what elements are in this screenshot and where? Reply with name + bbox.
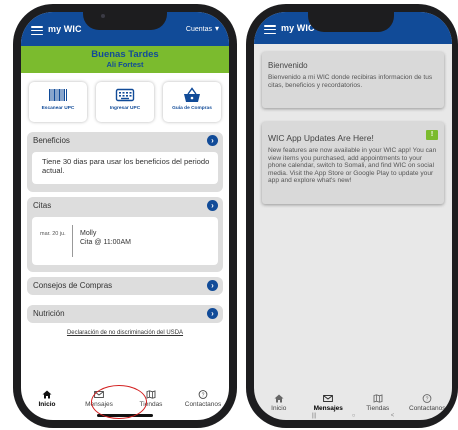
phone-notch <box>83 4 167 30</box>
barcode-icon <box>49 89 67 101</box>
accounts-dropdown[interactable]: Cuentas ▾ <box>186 25 219 33</box>
shopping-tips-section[interactable]: Consejos de Compras › <box>27 277 223 295</box>
home-icon <box>274 394 284 403</box>
accounts-label: Cuentas <box>185 25 212 33</box>
greeting-banner: Buenas Tardes Ali Fortest <box>21 46 229 73</box>
home-button[interactable]: ○ <box>352 412 356 420</box>
message-title: Bienvenido <box>268 61 308 70</box>
appointment-name: Molly <box>80 230 97 237</box>
nutrition-section[interactable]: Nutrición › <box>27 305 223 323</box>
user-name: Ali Fortest <box>106 60 144 69</box>
nav-contact[interactable]: ? Contactanos <box>179 384 227 418</box>
appointment-time: Cita @ 11:00AM <box>80 239 131 246</box>
appointment-card[interactable]: mar. 20 ju. Molly Cita @ 11:00AM <box>32 217 218 265</box>
message-card-welcome[interactable]: Bienvenido Bienvenido a mi WIC donde rec… <box>262 52 444 108</box>
quick-actions: Escanear UPC Ingresar UPC Guía de Compra… <box>29 82 221 124</box>
svg-text:?: ? <box>426 396 429 402</box>
appointments-section[interactable]: Citas › mar. 20 ju. Molly Cita @ 11:00AM <box>27 197 223 272</box>
section-title: Consejos de Compras <box>33 281 113 290</box>
back-button[interactable]: < <box>391 412 395 420</box>
chevron-right-icon[interactable]: › <box>207 308 218 319</box>
app-title: my WIC <box>48 24 82 34</box>
chevron-down-icon: ▾ <box>214 24 219 33</box>
benefits-card: Tiene 30 dias para usar los beneficios d… <box>32 152 218 184</box>
svg-text:?: ? <box>202 392 205 398</box>
appointment-date: mar. 20 ju. <box>40 231 66 237</box>
section-title: Citas <box>33 201 52 210</box>
nav-home[interactable]: Inicio <box>23 384 71 418</box>
map-icon <box>373 394 383 403</box>
messages-screen: my WIC Bienvenido Bienvenido a mi WIC do… <box>254 12 452 420</box>
chevron-right-icon[interactable]: › <box>207 280 218 291</box>
tile-label: Escanear UPC <box>41 106 75 111</box>
section-title: Nutrición <box>33 309 65 318</box>
home-icon <box>42 390 52 399</box>
shopping-guide-button[interactable]: Guía de Compras <box>163 82 221 122</box>
nav-label: Inicio <box>38 401 56 408</box>
scan-upc-button[interactable]: Escanear UPC <box>29 82 87 122</box>
tile-label: Guía de Compras <box>172 106 212 111</box>
benefits-message: Tiene 30 dias para usar los beneficios d… <box>42 157 210 175</box>
greeting-text: Buenas Tardes <box>91 49 159 60</box>
hamburger-menu-icon[interactable] <box>264 25 276 35</box>
new-message-badge: ! <box>426 130 438 140</box>
hamburger-menu-icon[interactable] <box>31 26 43 36</box>
divider <box>72 225 73 257</box>
map-icon <box>146 390 156 399</box>
highlight-circle-annotation <box>91 385 147 419</box>
message-card-updates[interactable]: WIC App Updates Are Here! ! New features… <box>262 122 444 204</box>
envelope-icon <box>323 395 334 402</box>
chevron-right-icon[interactable]: › <box>207 135 218 146</box>
nav-label: Contactanos <box>184 401 222 408</box>
keyboard-icon <box>115 88 135 102</box>
benefits-section[interactable]: Beneficios › Tiene 30 dias para usar los… <box>27 132 223 192</box>
message-body: Bienvenido a mi WIC donde recibiras info… <box>268 74 433 89</box>
basket-icon <box>184 87 200 102</box>
message-title: WIC App Updates Are Here! <box>268 133 374 143</box>
tile-label: Ingresar UPC <box>109 106 141 111</box>
nav-label: Contactanos <box>409 405 446 412</box>
android-system-nav: ||| ○ < <box>254 412 452 420</box>
usda-nondiscrimination-link[interactable]: Declaración de no discriminación del USD… <box>21 330 229 336</box>
home-screen: my WIC Cuentas ▾ Buenas Tardes Ali Forte… <box>21 12 229 420</box>
nav-label: Mensajes <box>313 405 343 412</box>
help-icon: ? <box>422 394 432 403</box>
phone-frame-left: my WIC Cuentas ▾ Buenas Tardes Ali Forte… <box>13 4 237 428</box>
nav-label: Tiendas <box>366 405 390 412</box>
phone-notch <box>308 4 394 32</box>
section-title: Beneficios <box>33 136 70 145</box>
camera-dot <box>101 14 105 18</box>
enter-upc-button[interactable]: Ingresar UPC <box>96 82 154 122</box>
chevron-right-icon[interactable]: › <box>207 200 218 211</box>
nav-label: Inicio <box>271 405 287 412</box>
message-body: New features are now available in your W… <box>268 147 437 185</box>
phone-frame-right: my WIC Bienvenido Bienvenido a mi WIC do… <box>246 4 458 428</box>
recent-apps-button[interactable]: ||| <box>312 412 317 420</box>
help-icon: ? <box>198 390 208 399</box>
